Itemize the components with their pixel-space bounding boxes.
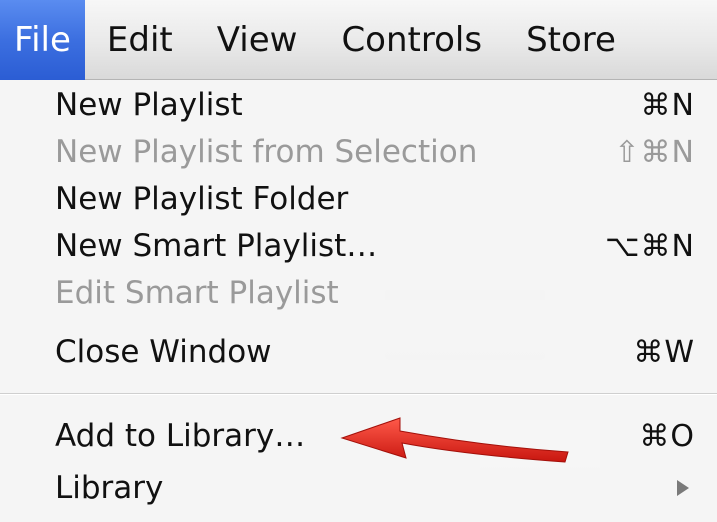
menu-file[interactable]: File [0, 0, 85, 80]
menu-view[interactable]: View [195, 0, 320, 80]
submenu-chevron-right-icon [677, 480, 689, 496]
menu-item-label: New Playlist from Selection [55, 134, 478, 170]
menu-item-new-smart-playlist[interactable]: New Smart Playlist… ⌥⌘N [0, 221, 717, 271]
menu-bar: File Edit View Controls Store [0, 0, 717, 80]
menu-item-label: New Playlist [55, 87, 243, 123]
menu-item-shortcut: ⌘W [633, 334, 695, 370]
menu-controls[interactable]: Controls [319, 0, 504, 80]
menu-item-label: New Playlist Folder [55, 181, 349, 217]
menu-item-shortcut: ⇧⌘N [614, 134, 695, 170]
menu-item-new-playlist-folder[interactable]: New Playlist Folder [0, 174, 717, 224]
menu-item-shortcut: ⌥⌘N [604, 228, 695, 264]
menu-item-label: Close Window [55, 334, 272, 370]
menu-item-label: Library [55, 470, 164, 506]
menu-edit[interactable]: Edit [85, 0, 195, 80]
menu-item-shortcut: ⌘N [640, 87, 695, 123]
red-arrow-annotation-icon [340, 417, 569, 463]
menu-item-edit-smart-playlist: Edit Smart Playlist [0, 268, 717, 318]
menu-separator [0, 393, 717, 395]
menu-item-label: New Smart Playlist… [55, 228, 378, 264]
menu-store[interactable]: Store [504, 0, 638, 80]
menu-item-close-window[interactable]: Close Window ⌘W [0, 327, 717, 377]
menu-item-new-playlist[interactable]: New Playlist ⌘N [0, 80, 717, 130]
menu-item-label: Edit Smart Playlist [55, 275, 339, 311]
menu-item-label: Add to Library… [55, 418, 306, 454]
menu-item-new-playlist-from-selection: New Playlist from Selection ⇧⌘N [0, 127, 717, 177]
menu-item-shortcut: ⌘O [639, 418, 695, 454]
